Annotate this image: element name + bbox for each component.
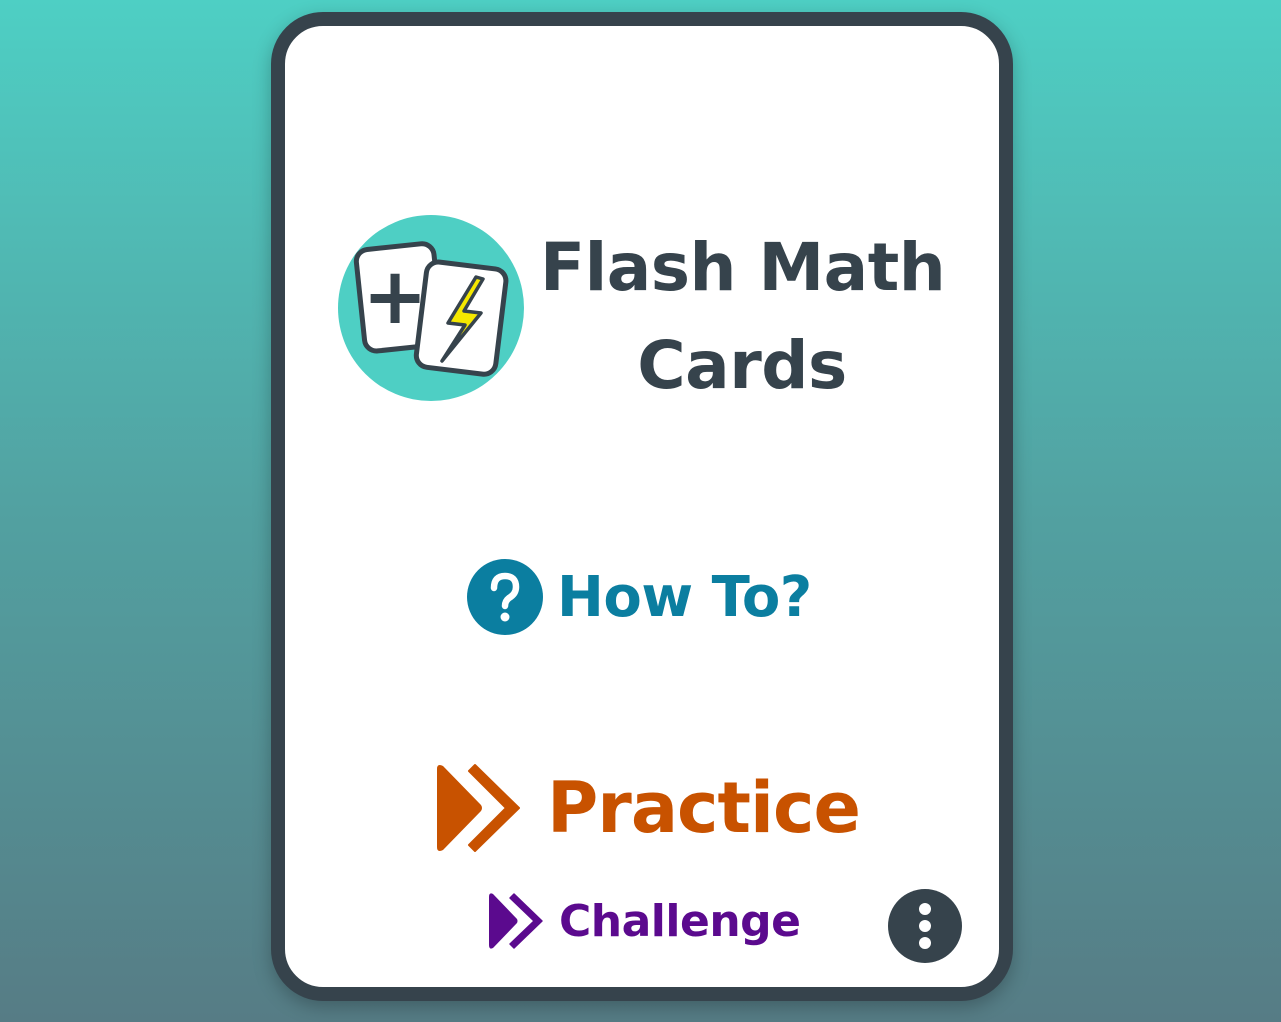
challenge-label: Challenge bbox=[559, 895, 801, 947]
main-card: + Flash Math Cards How To? Practice Chal… bbox=[271, 12, 1013, 1001]
practice-button[interactable]: Practice bbox=[435, 763, 861, 853]
more-options-button[interactable] bbox=[888, 889, 962, 963]
app-title-line1: Flash Math bbox=[540, 229, 946, 306]
double-chevron-right-icon bbox=[437, 764, 520, 852]
howto-button[interactable]: How To? bbox=[467, 559, 812, 635]
app-title-line2: Cards bbox=[637, 327, 847, 404]
question-circle-icon bbox=[467, 559, 543, 635]
practice-label: Practice bbox=[547, 767, 861, 849]
app-logo-icon: + bbox=[338, 215, 524, 401]
vertical-ellipsis-icon bbox=[919, 903, 931, 949]
app-title: Flash Math Cards bbox=[540, 219, 946, 415]
challenge-button[interactable]: Challenge bbox=[487, 892, 801, 950]
howto-label: How To? bbox=[557, 564, 812, 630]
double-chevron-right-icon bbox=[489, 893, 543, 949]
